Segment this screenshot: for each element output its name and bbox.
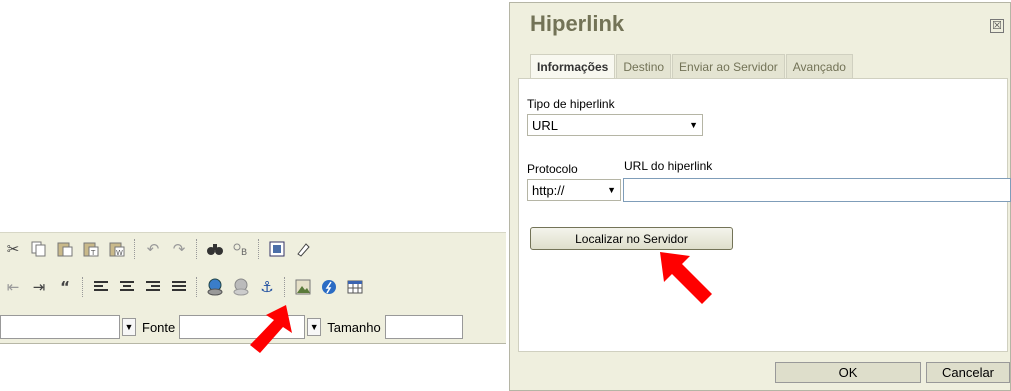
- toolbar-separator: [82, 277, 84, 297]
- unlink-icon[interactable]: [230, 276, 252, 298]
- dialog-tabs: Informações Destino Enviar ao Servidor A…: [530, 54, 854, 79]
- dialog-title: Hiperlink: [530, 11, 625, 36]
- protocol-select[interactable]: http:// ▼: [527, 179, 621, 201]
- toolbar-separator: [196, 277, 198, 297]
- redo-icon[interactable]: ↷: [168, 238, 190, 260]
- url-label: URL do hiperlink: [624, 159, 713, 173]
- font-label: Fonte: [142, 319, 176, 335]
- align-right-icon[interactable]: [142, 276, 164, 298]
- format-combo[interactable]: [0, 315, 120, 339]
- image-icon[interactable]: [292, 276, 314, 298]
- toolbar-separator: [258, 239, 260, 259]
- anchor-icon[interactable]: ⚓: [256, 276, 278, 298]
- ok-button[interactable]: OK: [775, 362, 921, 383]
- tab-informacoes[interactable]: Informações: [530, 54, 616, 79]
- format-dropdown-icon[interactable]: ▼: [122, 318, 136, 336]
- tab-destino[interactable]: Destino: [616, 54, 672, 78]
- table-icon[interactable]: [344, 276, 366, 298]
- outdent-icon[interactable]: ⇤: [2, 276, 24, 298]
- chevron-down-icon: ▼: [607, 185, 616, 195]
- replace-icon[interactable]: B: [230, 238, 252, 260]
- close-icon[interactable]: ☒: [990, 19, 1004, 33]
- red-arrow-link-icon: [250, 305, 292, 353]
- copy-icon[interactable]: [28, 238, 50, 260]
- paste-icon[interactable]: [54, 238, 76, 260]
- toolbar-row-3: ▼ Fonte ▼ Tamanho: [0, 312, 463, 342]
- toolbar-row-1: ✂ T W ↶ ↷ B: [0, 235, 316, 263]
- toolbar-separator: [134, 239, 136, 259]
- cancel-button[interactable]: Cancelar: [926, 362, 1010, 383]
- find-icon[interactable]: [204, 238, 226, 260]
- flash-icon[interactable]: [318, 276, 340, 298]
- tab-enviar-servidor[interactable]: Enviar ao Servidor: [672, 54, 785, 78]
- toolbar-separator: [284, 277, 286, 297]
- toolbar-row-2: ⇤ ⇥ “ ⚓: [0, 273, 368, 301]
- size-label: Tamanho: [327, 319, 381, 335]
- link-type-label: Tipo de hiperlink: [527, 97, 615, 111]
- chevron-down-icon: ▼: [689, 120, 698, 130]
- protocol-label: Protocolo: [527, 162, 578, 176]
- tab-avancado[interactable]: Avançado: [785, 54, 853, 78]
- align-left-icon[interactable]: [90, 276, 112, 298]
- size-combo[interactable]: [384, 315, 463, 339]
- paste-word-icon[interactable]: W: [106, 238, 128, 260]
- blockquote-icon[interactable]: “: [54, 276, 76, 298]
- remove-format-icon[interactable]: [292, 238, 314, 260]
- select-all-icon[interactable]: [266, 238, 288, 260]
- undo-icon[interactable]: ↶: [142, 238, 164, 260]
- indent-icon[interactable]: ⇥: [28, 276, 50, 298]
- cut-icon[interactable]: ✂: [2, 238, 24, 260]
- tab-panel-informacoes: Tipo de hiperlink URL ▼ Protocolo URL do…: [518, 78, 1011, 352]
- link-type-value: URL: [532, 117, 559, 133]
- align-center-icon[interactable]: [116, 276, 138, 298]
- hyperlink-dialog: Hiperlink ☒ Informações Destino Enviar a…: [509, 2, 1011, 391]
- font-dropdown-icon[interactable]: ▼: [307, 318, 322, 336]
- paste-text-icon[interactable]: T: [80, 238, 102, 260]
- red-arrow-browse-button: [660, 252, 712, 304]
- browse-server-button[interactable]: Localizar no Servidor: [530, 227, 733, 250]
- toolbar-separator: [196, 239, 198, 259]
- protocol-value: http://: [532, 182, 565, 198]
- justify-icon[interactable]: [168, 276, 190, 298]
- svg-text:B: B: [241, 248, 247, 257]
- url-input[interactable]: [623, 178, 1011, 202]
- link-icon[interactable]: [204, 276, 226, 298]
- svg-text:W: W: [116, 249, 123, 257]
- link-type-select[interactable]: URL ▼: [527, 114, 703, 136]
- svg-text:T: T: [90, 249, 96, 257]
